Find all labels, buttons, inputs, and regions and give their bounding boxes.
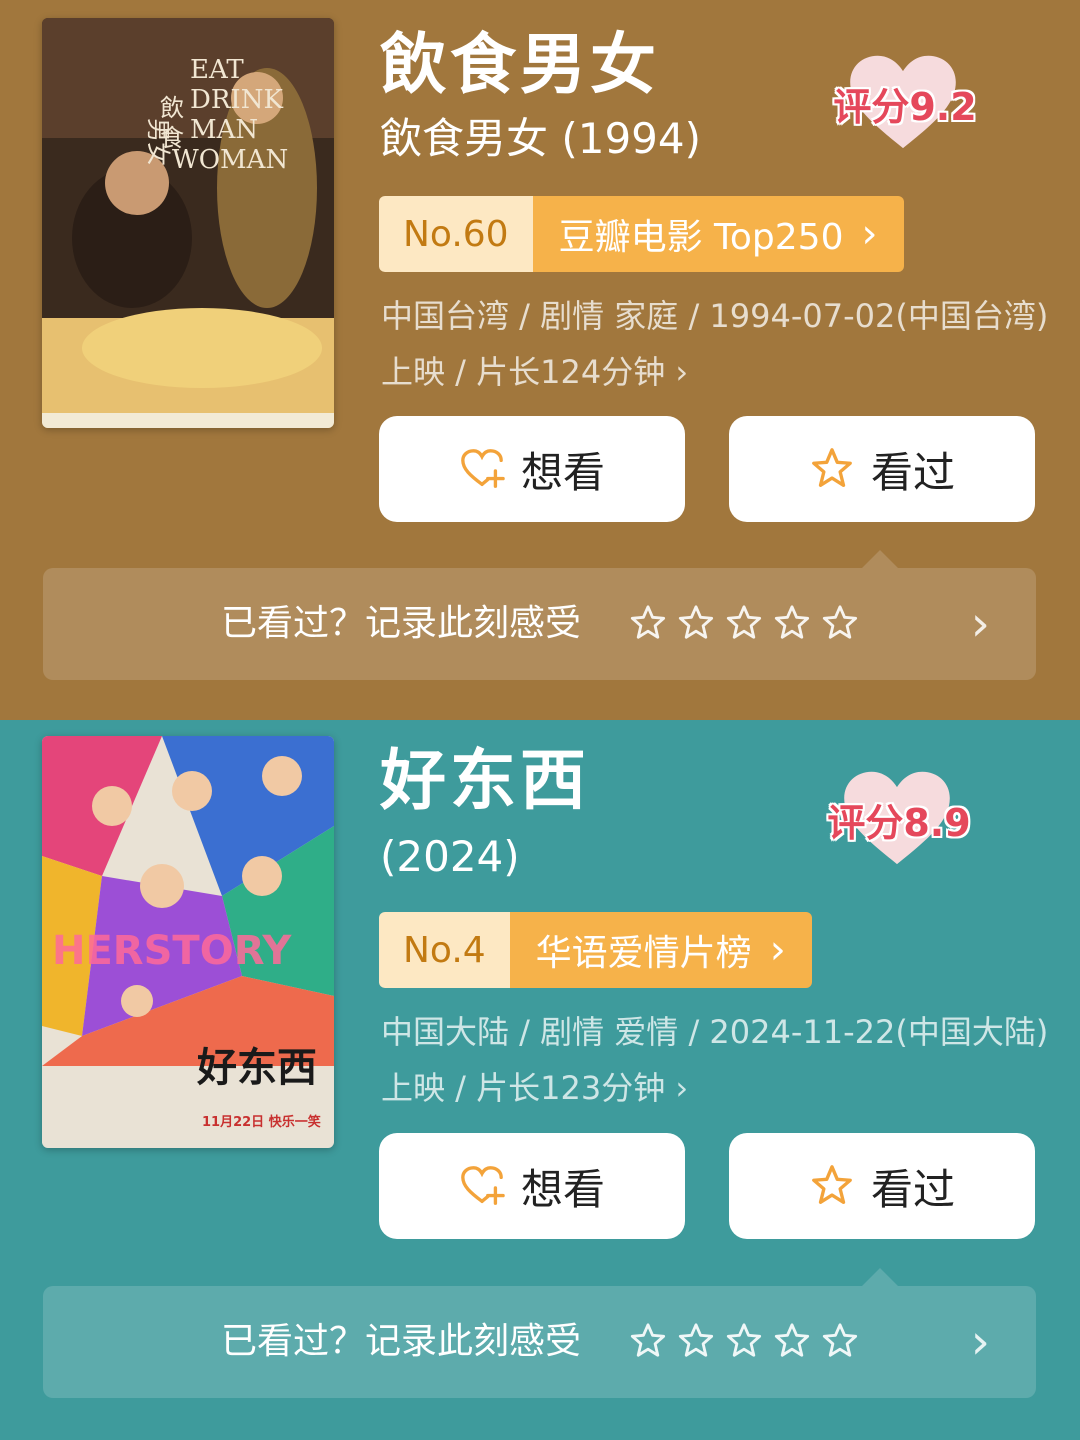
star-icon[interactable] (629, 602, 667, 644)
poster-text-drink: DRINK (190, 85, 283, 115)
rank-badge[interactable]: No.4 华语爱情片榜 › (379, 912, 812, 988)
star-outline-icon (812, 448, 852, 487)
movie-title: 好东西 (380, 742, 590, 819)
star-outline-icon (812, 1165, 852, 1204)
poster-image: EAT DRINK MAN WOMAN 飲 食 男女 (42, 18, 334, 428)
star-icon[interactable] (773, 602, 811, 644)
star-icon[interactable] (677, 1320, 715, 1362)
movie-subtitle: (2024) (380, 832, 520, 881)
poster-text-herstory: HERSTORY (52, 928, 292, 974)
movie-meta[interactable]: 中国台湾 / 剧情 家庭 / 1994-07-02(中国台湾) 上映 / 片长1… (381, 288, 1051, 400)
want-label: 想看 (520, 447, 605, 497)
poster-text-haodongxi: 好东西 (196, 1044, 317, 1091)
rank-list-link[interactable]: 华语爱情片榜 › (509, 912, 812, 988)
star-rating[interactable] (629, 1320, 859, 1362)
star-icon[interactable] (629, 1320, 667, 1362)
rank-badge[interactable]: No.60 豆瓣电影 Top250 › (379, 196, 904, 272)
poster-text-man: MAN (190, 115, 258, 145)
poster-text-date: 11月22日 快乐一笑 (202, 1114, 321, 1130)
meta-line-1: 中国大陆 / 剧情 爱情 / 2024-11-22(中国大陆) (381, 1013, 1049, 1051)
chevron-right-icon: › (861, 211, 878, 257)
movie-poster[interactable]: EAT DRINK MAN WOMAN 飲 食 男女 (42, 18, 334, 428)
star-rating[interactable] (629, 602, 859, 644)
seen-label: 看过 (870, 447, 955, 497)
star-icon[interactable] (821, 602, 859, 644)
rank-list-label: 华语爱情片榜 (535, 933, 752, 974)
movie-card-2: HERSTORY 好东西 11月22日 快乐一笑 好东西 (2024) 评分8.… (0, 720, 1080, 1440)
heart-plus-icon (461, 449, 505, 488)
movie-title: 飲食男女 (380, 26, 660, 103)
rating-badge: 评分9.2 (820, 48, 990, 158)
rate-prompt: 已看过？记录此刻感受 (221, 1321, 582, 1362)
bar-pointer (862, 550, 898, 568)
rank-number: No.60 (379, 196, 533, 272)
meta-line-2: 上映 / 片长124分钟 › (381, 353, 689, 391)
meta-line-2: 上映 / 片长123分钟 › (381, 1069, 689, 1107)
star-icon[interactable] (773, 1320, 811, 1362)
chevron-right-icon: › (970, 596, 990, 652)
heart-plus-icon (461, 1166, 505, 1205)
star-icon[interactable] (725, 1320, 763, 1362)
poster-text-eat: EAT (190, 55, 244, 85)
want-to-watch-button[interactable]: 想看 (379, 1133, 685, 1239)
rate-bar[interactable]: 已看过？记录此刻感受 › (43, 1286, 1036, 1398)
chevron-right-icon: › (970, 1314, 990, 1370)
watched-button[interactable]: 看过 (729, 416, 1035, 522)
want-label: 想看 (520, 1164, 605, 1214)
movie-poster[interactable]: HERSTORY 好东西 11月22日 快乐一笑 (42, 736, 334, 1148)
poster-image: HERSTORY 好东西 11月22日 快乐一笑 (42, 736, 334, 1148)
star-icon[interactable] (725, 602, 763, 644)
movie-subtitle: 飲食男女 (1994) (380, 114, 702, 163)
rating-score: 评分9.2 (833, 85, 977, 129)
chevron-right-icon: › (769, 927, 786, 973)
star-icon[interactable] (821, 1320, 859, 1362)
rate-bar[interactable]: 已看过？记录此刻感受 › (43, 568, 1036, 680)
watched-button[interactable]: 看过 (729, 1133, 1035, 1239)
bar-pointer (862, 1268, 898, 1286)
rank-list-label: 豆瓣电影 Top250 (558, 217, 844, 258)
rate-prompt: 已看过？记录此刻感受 (221, 603, 582, 644)
movie-meta[interactable]: 中国大陆 / 剧情 爱情 / 2024-11-22(中国大陆) 上映 / 片长1… (381, 1004, 1051, 1116)
want-to-watch-button[interactable]: 想看 (379, 416, 685, 522)
rating-score: 评分8.9 (827, 801, 971, 845)
star-icon[interactable] (677, 602, 715, 644)
meta-line-1: 中国台湾 / 剧情 家庭 / 1994-07-02(中国台湾) (381, 297, 1049, 335)
rating-badge: 评分8.9 (814, 764, 984, 874)
poster-text-woman: WOMAN (172, 145, 288, 175)
rank-number: No.4 (379, 912, 510, 988)
movie-card-1: EAT DRINK MAN WOMAN 飲 食 男女 飲食男女 飲食男女 (19… (0, 0, 1080, 720)
rank-list-link[interactable]: 豆瓣电影 Top250 › (532, 196, 904, 272)
poster-text-nannv: 男女 (144, 118, 172, 166)
seen-label: 看过 (870, 1164, 955, 1214)
